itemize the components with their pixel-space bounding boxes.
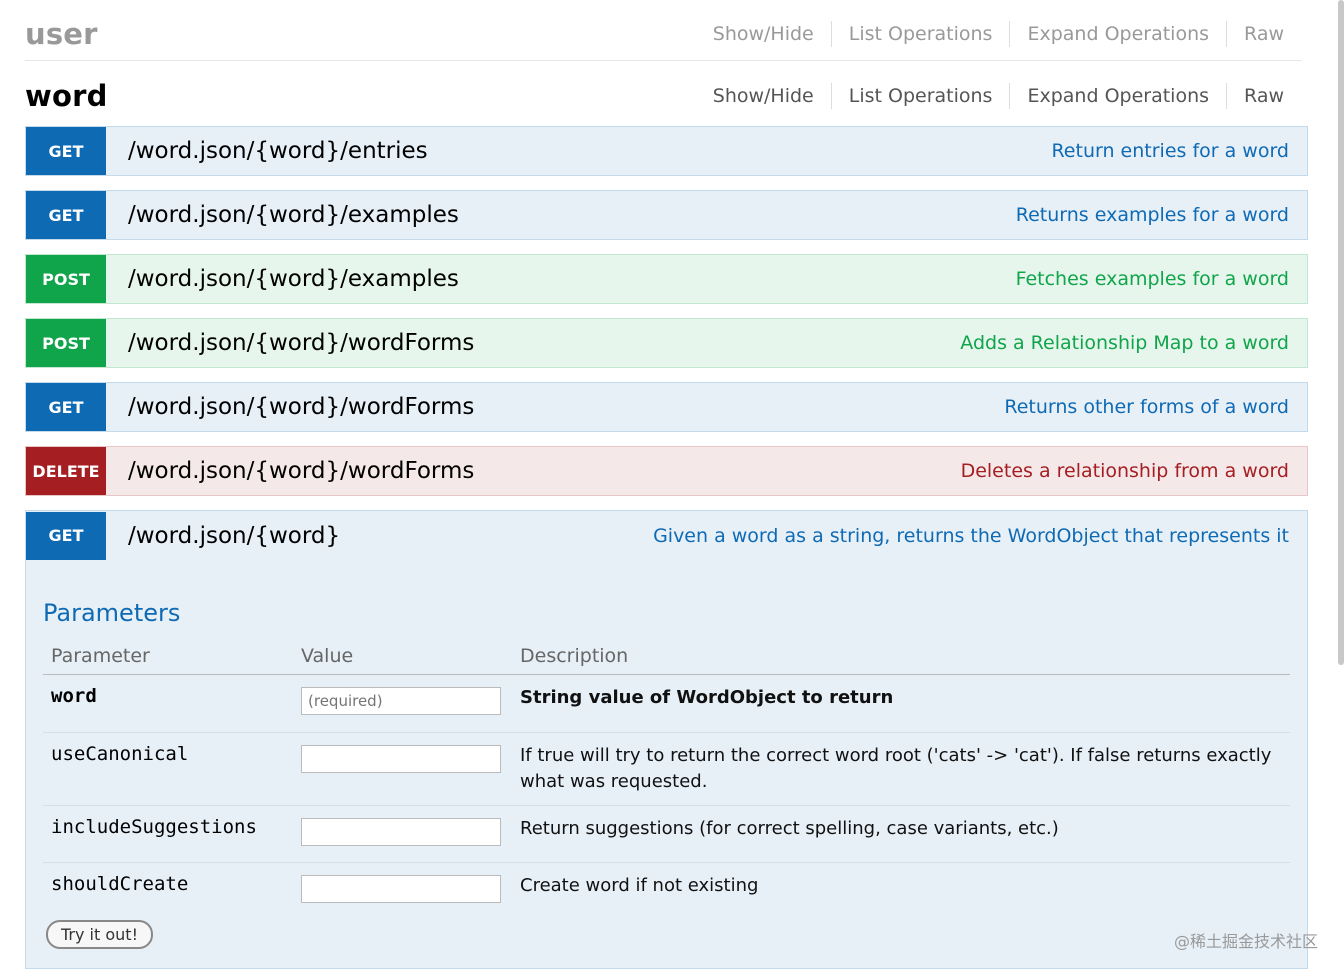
param-name: word xyxy=(51,685,97,707)
parameter-row-includesuggestions: includeSuggestions Return suggestions (f… xyxy=(43,806,1290,863)
operation-path[interactable]: /word.json/{word} xyxy=(128,523,653,549)
operation-path[interactable]: /word.json/{word}/wordForms xyxy=(128,394,1004,420)
param-description: String value of WordObject to return xyxy=(520,687,894,708)
parameters-table: Parameter Value Description word String … xyxy=(43,638,1290,917)
section-header-word: word Show/Hide List Operations Expand Op… xyxy=(25,72,1302,120)
operation-path[interactable]: /word.json/{word}/examples xyxy=(128,266,1016,292)
operation-path[interactable]: /word.json/{word}/examples xyxy=(128,202,1016,228)
param-name: shouldCreate xyxy=(51,873,189,895)
operation-delete-wordforms[interactable]: DELETE /word.json/{word}/wordForms Delet… xyxy=(25,446,1308,496)
method-badge[interactable]: GET xyxy=(26,127,106,175)
operation-content-panel: Parameters Parameter Value Description w… xyxy=(25,560,1308,969)
operation-post-wordforms[interactable]: POST /word.json/{word}/wordForms Adds a … xyxy=(25,318,1308,368)
operation-path[interactable]: /word.json/{word}/wordForms xyxy=(128,330,960,356)
header-value: Value xyxy=(301,645,354,667)
operation-summary[interactable]: Adds a Relationship Map to a word xyxy=(960,332,1307,354)
param-description: If true will try to return the correct w… xyxy=(520,745,1272,792)
operation-summary[interactable]: Given a word as a string, returns the Wo… xyxy=(653,525,1307,547)
header-parameter: Parameter xyxy=(51,645,150,667)
param-name: useCanonical xyxy=(51,743,189,765)
section-title-word[interactable]: word xyxy=(25,79,108,113)
param-value-cell xyxy=(293,743,520,805)
user-expand-operations-link[interactable]: Expand Operations xyxy=(1009,21,1226,47)
header-description: Description xyxy=(520,645,629,667)
operation-summary[interactable]: Returns other forms of a word xyxy=(1004,396,1307,418)
watermark: @稀土掘金技术社区 xyxy=(1173,932,1318,951)
operation-path[interactable]: /word.json/{word}/entries xyxy=(128,138,1051,164)
page-scrollbar[interactable] xyxy=(1338,0,1344,665)
operation-get-entries[interactable]: GET /word.json/{word}/entries Return ent… xyxy=(25,126,1308,176)
usecanonical-input[interactable] xyxy=(301,745,501,773)
shouldcreate-input[interactable] xyxy=(301,875,501,903)
method-badge[interactable]: GET xyxy=(26,383,106,431)
parameters-heading: Parameters xyxy=(43,599,181,627)
word-list-operations-link[interactable]: List Operations xyxy=(830,83,1010,109)
operation-summary[interactable]: Deletes a relationship from a word xyxy=(961,460,1307,482)
word-expand-operations-link[interactable]: Expand Operations xyxy=(1009,83,1226,109)
parameter-row-shouldcreate: shouldCreate Create word if not existing xyxy=(43,863,1290,917)
try-it-out-button[interactable]: Try it out! xyxy=(46,920,153,949)
method-badge[interactable]: GET xyxy=(26,191,106,239)
section-header-user: user Show/Hide List Operations Expand Op… xyxy=(25,8,1302,61)
includesuggestions-input[interactable] xyxy=(301,818,501,846)
operation-get-examples[interactable]: GET /word.json/{word}/examples Returns e… xyxy=(25,190,1308,240)
param-value-cell xyxy=(293,685,520,732)
operation-path[interactable]: /word.json/{word}/wordForms xyxy=(128,458,961,484)
user-list-operations-link[interactable]: List Operations xyxy=(830,21,1010,47)
operation-summary[interactable]: Fetches examples for a word xyxy=(1016,268,1307,290)
operation-get-wordforms[interactable]: GET /word.json/{word}/wordForms Returns … xyxy=(25,382,1308,432)
word-input[interactable] xyxy=(301,687,501,715)
method-badge[interactable]: DELETE xyxy=(26,447,106,495)
section-links-word: Show/Hide List Operations Expand Operati… xyxy=(696,83,1302,109)
operation-summary[interactable]: Returns examples for a word xyxy=(1016,204,1307,226)
param-value-cell xyxy=(293,816,520,862)
method-badge[interactable]: POST xyxy=(26,255,106,303)
parameter-row-usecanonical: useCanonical If true will try to return … xyxy=(43,733,1290,806)
parameters-table-header: Parameter Value Description xyxy=(43,638,1290,675)
operation-summary[interactable]: Return entries for a word xyxy=(1051,140,1307,162)
param-description: Return suggestions (for correct spelling… xyxy=(520,818,1059,839)
word-show-hide-link[interactable]: Show/Hide xyxy=(696,83,831,109)
param-description: Create word if not existing xyxy=(520,875,759,896)
method-badge[interactable]: GET xyxy=(26,511,106,560)
operations-list: GET /word.json/{word}/entries Return ent… xyxy=(25,126,1308,969)
section-links-user: Show/Hide List Operations Expand Operati… xyxy=(696,21,1302,47)
operation-post-examples[interactable]: POST /word.json/{word}/examples Fetches … xyxy=(25,254,1308,304)
user-show-hide-link[interactable]: Show/Hide xyxy=(696,21,831,47)
operation-get-word[interactable]: GET /word.json/{word} Given a word as a … xyxy=(25,510,1308,560)
word-raw-link[interactable]: Raw xyxy=(1226,83,1302,109)
user-raw-link[interactable]: Raw xyxy=(1226,21,1302,47)
method-badge[interactable]: POST xyxy=(26,319,106,367)
param-value-cell xyxy=(293,873,520,917)
parameter-row-word: word String value of WordObject to retur… xyxy=(43,675,1290,733)
param-name: includeSuggestions xyxy=(51,816,257,838)
section-title-user[interactable]: user xyxy=(25,17,98,51)
